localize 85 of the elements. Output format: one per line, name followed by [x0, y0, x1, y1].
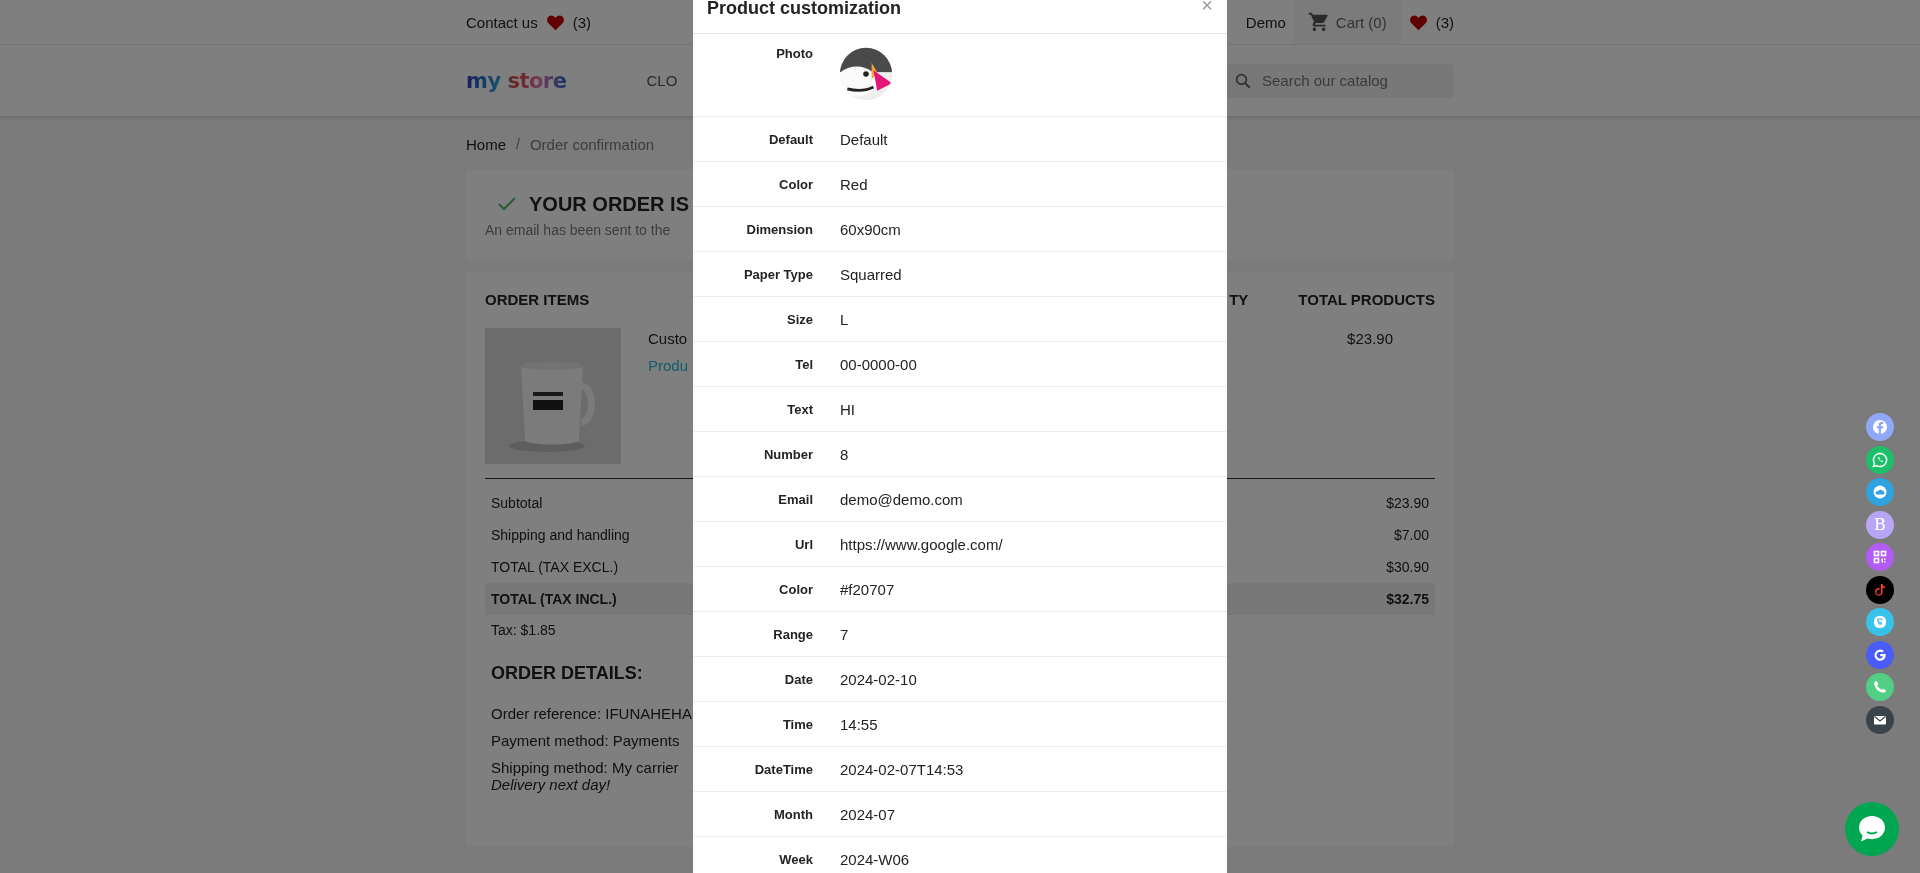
heart-icon[interactable]	[545, 13, 565, 31]
field-label: Color	[778, 176, 813, 192]
field-label: Email	[777, 491, 813, 507]
search-field[interactable]: Search our catalog	[1226, 63, 1454, 98]
dialog-title: Product customization	[707, 0, 901, 19]
cloud-icon[interactable]	[1866, 478, 1894, 506]
field-label: Month	[773, 806, 813, 822]
field-label: Photo	[775, 46, 813, 61]
field-label: Default	[767, 131, 813, 147]
field-value: 00-0000-00	[840, 355, 917, 373]
field-label: Date	[783, 671, 813, 687]
field-value: 7	[840, 625, 849, 643]
field-label: Paper Type	[742, 266, 813, 282]
field-value: 2024-W06	[840, 850, 910, 868]
field-label: Dimension	[745, 221, 813, 237]
field-label: Url	[793, 536, 813, 552]
total-label: TOTAL (TAX INCL.)	[491, 591, 617, 607]
menu-item[interactable]: CLO	[646, 72, 678, 89]
wishlist-count: (3)	[572, 13, 592, 31]
total-value: $30.90	[1386, 559, 1429, 575]
google-icon[interactable]	[1866, 640, 1894, 669]
breadcrumb-separator: /	[516, 136, 520, 152]
product-total: $23.90	[1347, 330, 1393, 347]
total-label: Shipping and handling	[491, 527, 630, 543]
skype-icon[interactable]	[1866, 608, 1894, 636]
product-link[interactable]: Produ	[648, 357, 689, 374]
check-icon	[497, 196, 517, 212]
field-label: Number	[762, 446, 813, 462]
field-label: Size	[786, 311, 813, 327]
total-value: $23.90	[1386, 495, 1429, 511]
field-label: DateTime	[753, 761, 813, 777]
search-icon[interactable]	[1234, 71, 1252, 90]
field-value: 8	[840, 445, 849, 463]
field-label: Text	[786, 401, 813, 417]
field-value: #f20707	[840, 580, 895, 598]
facebook-icon[interactable]	[1866, 413, 1894, 441]
whatsapp-icon[interactable]	[1866, 445, 1894, 474]
cart-button[interactable]: Cart (0)	[1293, 0, 1401, 44]
field-value: L	[840, 310, 849, 328]
tax-note: Tax: $1.85	[490, 622, 557, 638]
cart-icon	[1307, 11, 1330, 33]
breadcrumb-item[interactable]: Order confirmation	[529, 135, 655, 153]
account-link[interactable]: Demo	[1245, 13, 1286, 31]
qr-icon[interactable]	[1866, 543, 1894, 571]
heart-icon[interactable]	[1408, 13, 1428, 31]
phone-icon[interactable]	[1866, 673, 1894, 701]
field-value: Squarred	[840, 265, 902, 283]
detail-line: Payment method: Payments	[490, 731, 681, 751]
field-value: 2024-02-07T14:53	[840, 760, 964, 778]
column-header: TY	[1229, 290, 1249, 308]
letter-button[interactable]: B	[1866, 510, 1894, 539]
total-label: TOTAL (TAX EXCL.)	[491, 559, 619, 575]
contact-link[interactable]: Contact us	[466, 13, 538, 31]
close-button[interactable]: ×	[1201, 0, 1213, 12]
section-heading: ORDER ITEMS	[485, 290, 590, 308]
section-heading: ORDER DETAILS:	[490, 663, 644, 684]
field-value: 14:55	[840, 715, 878, 733]
wishlist-count: (3)	[1435, 13, 1454, 31]
field-value: 60x90cm	[840, 220, 901, 238]
field-value: https://www.google.com/	[840, 535, 1003, 553]
field-value: 2024-02-10	[840, 670, 917, 688]
column-header: TOTAL PRODUCTS	[1298, 290, 1435, 308]
total-label: Subtotal	[491, 495, 543, 511]
field-label: Time	[781, 716, 813, 732]
breadcrumb-item[interactable]: Home	[466, 135, 506, 153]
detail-line: Shipping method: My carrier	[490, 758, 680, 778]
detail-line: Order reference: IFUNAHEHA	[490, 704, 693, 724]
field-value: Default	[840, 130, 888, 148]
field-value: demo@demo.com	[840, 490, 963, 508]
field-value: 2024-07	[840, 805, 896, 823]
field-value: HI	[840, 400, 855, 418]
mail-icon[interactable]	[1866, 705, 1894, 734]
note-icon[interactable]	[1866, 575, 1894, 604]
product-name: Custo	[648, 330, 689, 347]
field-label: Tel	[794, 356, 813, 372]
field-label: Range	[772, 626, 813, 642]
field-label: Week	[778, 851, 813, 867]
confirmation-message: An email has been sent to the	[485, 221, 671, 238]
field-value: Red	[840, 175, 868, 193]
total-value: $7.00	[1393, 527, 1429, 543]
delivery-note: Delivery next day!	[490, 776, 612, 794]
total-value: $32.75	[1386, 591, 1429, 607]
field-label: Color	[778, 581, 813, 597]
confirmation-title: YOUR ORDER IS	[529, 192, 690, 216]
chat-button[interactable]	[1845, 802, 1899, 856]
